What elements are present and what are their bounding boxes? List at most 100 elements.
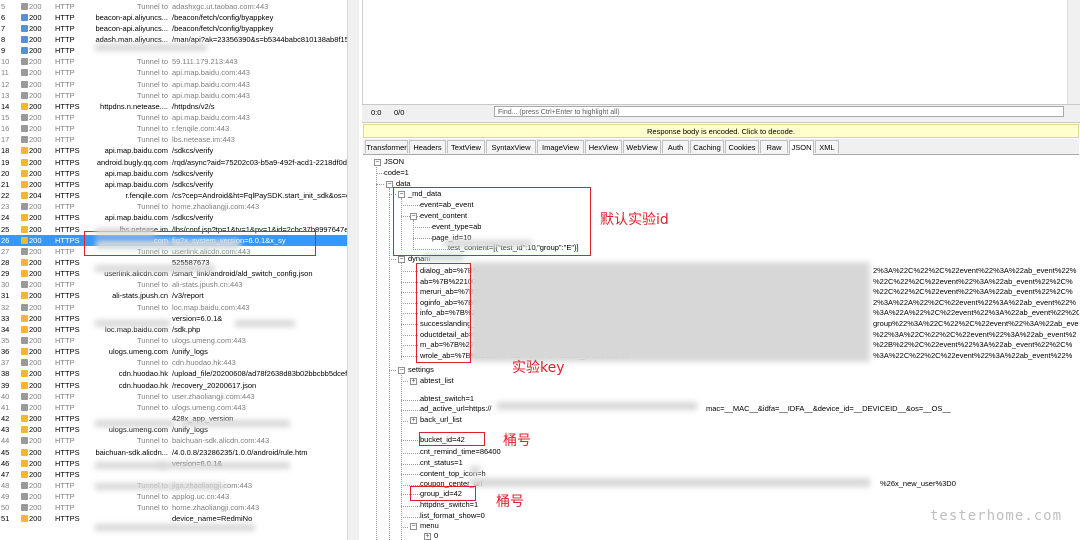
session-row[interactable]: 16 200 HTTP Tunnel to r.fenqile.com:443 bbox=[0, 123, 347, 134]
expand-toggle-icon[interactable]: + bbox=[424, 533, 431, 540]
json-dynamic-key-right[interactable]: %22C%22%2C%22event%22%3A%22ab_event%22%2… bbox=[873, 277, 1073, 287]
session-row[interactable]: 17 200 HTTP Tunnel to lbs.netease.im:443 bbox=[0, 134, 347, 145]
session-url: /recovery_20200617.json bbox=[172, 380, 257, 390]
session-row[interactable]: 11 200 HTTP Tunnel to api.map.baidu.com:443 bbox=[0, 67, 347, 78]
tab-xml[interactable]: XML bbox=[815, 140, 839, 153]
tab-caching[interactable]: Caching bbox=[690, 140, 724, 153]
tab-syntaxview[interactable]: SyntaxView bbox=[486, 140, 536, 153]
json-settings[interactable]: settings bbox=[408, 365, 434, 375]
session-row[interactable]: 15 200 HTTP Tunnel to api.map.baidu.com:443 bbox=[0, 112, 347, 123]
session-row[interactable]: 21 200 HTTPS api.map.baidu.com/sdkcs/verify bbox=[0, 179, 347, 190]
tab-textview[interactable]: TextView bbox=[447, 140, 485, 153]
session-row[interactable]: 41 200 HTTP Tunnel to ulogs.umeng.com:443 bbox=[0, 402, 347, 413]
session-row[interactable]: 14 200 HTTPS httpdns.n.netease.... /httpdns/… bbox=[0, 101, 347, 112]
session-type-icon bbox=[21, 337, 28, 344]
session-list-scrollbar[interactable] bbox=[347, 0, 359, 540]
session-type-icon bbox=[21, 214, 28, 222]
session-row[interactable]: 19 200 HTTPS android.bugly.qq.com/rqd/async… bbox=[0, 157, 347, 168]
json-dynamic-key-right[interactable]: group%22%3A%22C%22%2C%22event%22%3A%22ab… bbox=[873, 319, 1079, 329]
json-dynamic-key-right[interactable]: %22B%22%2C%22event%22%3A%22ab_event%22%2… bbox=[873, 340, 1072, 350]
session-row[interactable]: 45 200 HTTPS baichuan-sdk.alicdn... /4.0.0.8… bbox=[0, 447, 347, 458]
session-row[interactable]: 6 200 HTTP beacon-api.aliyuncs... /beacon/fe… bbox=[0, 12, 347, 23]
expand-toggle-icon[interactable]: + bbox=[410, 417, 417, 424]
expand-toggle-icon[interactable]: − bbox=[410, 523, 417, 530]
tab-raw[interactable]: Raw bbox=[760, 140, 788, 153]
session-host: Tunnel to bbox=[137, 280, 168, 290]
session-number: 34 bbox=[1, 324, 10, 334]
session-number: 20 bbox=[1, 168, 10, 178]
tab-cookies[interactable]: Cookies bbox=[725, 140, 759, 153]
json-ad-active-url-tail[interactable]: mac=__MAC__&idfa=__IDFA__&device_id=__DE… bbox=[706, 404, 951, 414]
session-row[interactable]: 13 200 HTTP Tunnel to api.map.baidu.com:443 bbox=[0, 90, 347, 101]
json-coupon-tail[interactable]: %26x_new_user%3D0 bbox=[880, 479, 956, 489]
json-ad-active-url[interactable]: ad_active_url=https:// bbox=[420, 404, 492, 414]
session-number: 13 bbox=[1, 90, 10, 100]
session-row[interactable]: 12 200 HTTP Tunnel to api.map.baidu.com:443 bbox=[0, 79, 347, 90]
session-number: 26 bbox=[1, 235, 10, 245]
session-row[interactable]: 50 200 HTTP Tunnel to home.zhaoliangji.com:4… bbox=[0, 502, 347, 513]
expand-toggle-icon[interactable]: − bbox=[386, 181, 393, 188]
json-menu-0[interactable]: 0 bbox=[434, 531, 438, 540]
json-dynamic-key-right[interactable]: %3A%22A%22%2C%22event%22%3A%22ab_event%2… bbox=[873, 308, 1079, 318]
session-protocol: HTTPS bbox=[55, 269, 80, 279]
session-row[interactable]: 40 200 HTTP Tunnel to user.zhaoliangji.com:4… bbox=[0, 391, 347, 402]
session-row[interactable]: 38 200 HTTPS cdn.huodao.hk/upload_file/2020… bbox=[0, 368, 347, 379]
session-row[interactable]: 20 200 HTTPS api.map.baidu.com/sdkcs/verify bbox=[0, 168, 347, 179]
group-id-highlight bbox=[410, 486, 476, 501]
session-row[interactable]: 22 204 HTTPS r.fenqile.com/cs?cep=Android&h… bbox=[0, 190, 347, 201]
decode-notice-bar[interactable]: Response body is encoded. Click to decod… bbox=[363, 124, 1079, 138]
session-protocol: HTTP bbox=[55, 402, 75, 412]
session-number: 21 bbox=[1, 179, 10, 189]
session-row[interactable]: 51 200 HTTPS device_name=RedmiNo bbox=[0, 513, 347, 524]
json-dynamic-key-right[interactable]: 2%3A%22A%22%2C%22event%22%3A%22ab_event%… bbox=[873, 298, 1076, 308]
session-row[interactable]: 35 200 HTTP Tunnel to ulogs.umeng.com:443 bbox=[0, 335, 347, 346]
tab-headers[interactable]: Headers bbox=[409, 140, 446, 153]
json-cnt-remind-time[interactable]: cnt_remind_time=86400 bbox=[420, 447, 501, 457]
session-type-icon bbox=[21, 270, 28, 278]
json-dynamic-key-right[interactable]: 2%3A%22C%22%2C%22event%22%3A%22ab_event%… bbox=[873, 266, 1076, 276]
session-row[interactable]: 30 200 HTTP Tunnel to ali-stats.jpush.cn:443 bbox=[0, 279, 347, 290]
session-host: Tunnel to bbox=[137, 336, 168, 345]
request-panel-scrollbar[interactable] bbox=[1067, 0, 1080, 104]
session-row[interactable]: 24 200 HTTPS api.map.baidu.com/sdkcs/verify bbox=[0, 212, 347, 223]
tab-transformer[interactable]: Transformer bbox=[365, 140, 408, 153]
session-row[interactable]: 5 200 HTTP Tunnel to adashxgc.ut.taobao.com:… bbox=[0, 1, 347, 12]
session-result: 200 bbox=[29, 369, 42, 379]
session-row[interactable]: 37 200 HTTP Tunnel to cdn.huodao.hk:443 bbox=[0, 357, 347, 368]
session-result: 200 bbox=[29, 235, 42, 245]
json-abtest-switch[interactable]: abtest_switch=1 bbox=[420, 394, 474, 404]
json-back-url-list[interactable]: back_url_list bbox=[420, 415, 462, 425]
tab-auth[interactable]: Auth bbox=[662, 140, 689, 153]
session-row[interactable]: 44 200 HTTP Tunnel to baichuan-sdk.alicdn.co… bbox=[0, 435, 347, 446]
session-row[interactable]: 39 200 HTTPS cdn.huodao.hk/recovery_2020061… bbox=[0, 380, 347, 391]
json-cnt-status[interactable]: cnt_status=1 bbox=[420, 458, 463, 468]
session-row[interactable]: 32 200 HTTP Tunnel to loc.map.baidu.com:443 bbox=[0, 302, 347, 313]
session-row[interactable]: 36 200 HTTPS ulogs.umeng.com/unify_logs bbox=[0, 346, 347, 357]
tab-json[interactable]: JSON bbox=[789, 140, 814, 155]
tab-webview[interactable]: WebView bbox=[623, 140, 661, 153]
session-row[interactable]: 10 200 HTTP Tunnel to 59.111.179.213:443 bbox=[0, 56, 347, 67]
json-code[interactable]: code=1 bbox=[384, 168, 409, 178]
session-protocol: HTTP bbox=[55, 1, 75, 11]
tab-imageview[interactable]: ImageView bbox=[537, 140, 584, 153]
tree-guide bbox=[401, 440, 420, 441]
json-dynamic-key-right[interactable]: %22%3A%22C%22%2C%22event%22%3A%22ab_even… bbox=[873, 330, 1076, 340]
tab-hexview[interactable]: HexView bbox=[585, 140, 622, 153]
json-dynamic-key-right[interactable]: %3A%22C%22%2C%22event%22%3A%22ab_event%2… bbox=[873, 351, 1072, 361]
json-httpdns-switch[interactable]: httpdns_switch=1 bbox=[420, 500, 478, 510]
find-input[interactable]: Find... (press Ctrl+Enter to highlight a… bbox=[494, 106, 1064, 117]
session-row[interactable]: 49 200 HTTP Tunnel to applog.uc.cn:443 bbox=[0, 491, 347, 502]
json-root[interactable]: JSON bbox=[384, 157, 404, 167]
session-number: 37 bbox=[1, 358, 10, 368]
json-list-format-show[interactable]: list_format_show=0 bbox=[420, 511, 485, 521]
session-row[interactable]: 7 200 HTTP beacon-api.aliyuncs... /beacon/fe… bbox=[0, 23, 347, 34]
session-result: 200 bbox=[29, 391, 42, 401]
session-row[interactable]: 31 200 HTTPS ali-stats.jpush.cn/v3/report bbox=[0, 290, 347, 301]
session-row[interactable]: 23 200 HTTP Tunnel to home.zhaoliangji.com:4… bbox=[0, 201, 347, 212]
session-row[interactable]: 18 200 HTTPS api.map.baidu.com/sdkcs/verify bbox=[0, 145, 347, 156]
json-menu[interactable]: menu bbox=[420, 521, 439, 531]
json-abtest-list[interactable]: abtest_list bbox=[420, 376, 454, 386]
session-row[interactable]: 47 200 HTTPS bbox=[0, 469, 347, 480]
expand-toggle-icon[interactable]: + bbox=[410, 378, 417, 385]
json-dynamic-key-right[interactable]: %22C%22%2C%22event%22%3A%22ab_event%22%2… bbox=[873, 287, 1073, 297]
